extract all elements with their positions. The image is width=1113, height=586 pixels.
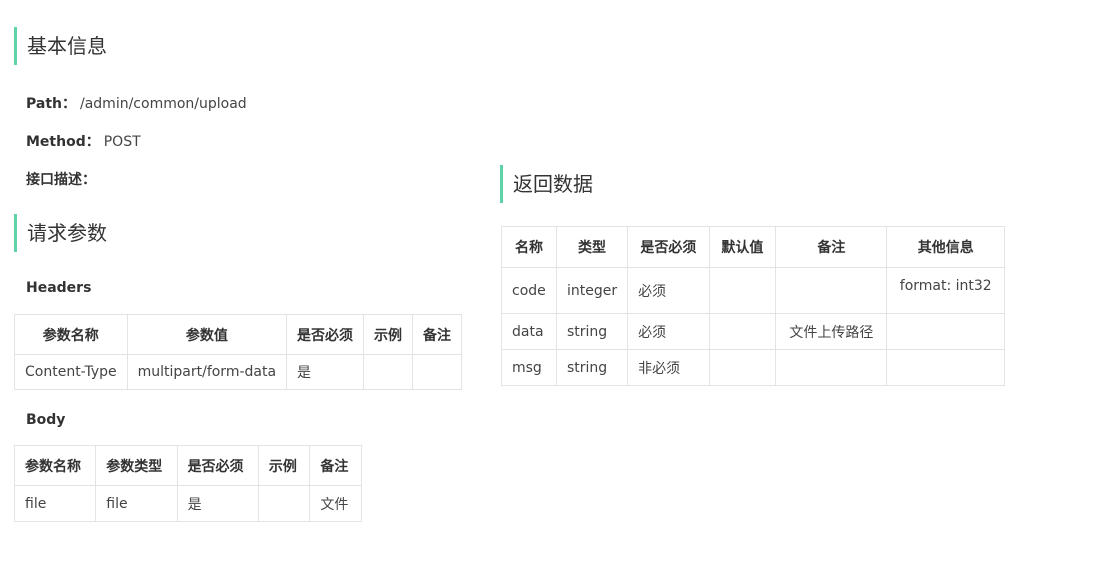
headers-label: Headers xyxy=(26,280,92,296)
table-header-row: 参数名称 参数类型 是否必须 示例 备注 xyxy=(13,445,362,486)
column-header: 是否必须 xyxy=(176,445,259,486)
table-cell xyxy=(886,349,1005,386)
table-cell: integer xyxy=(555,267,629,314)
path-value: /admin/common/upload xyxy=(80,96,247,112)
response-table: 名称 类型 是否必须 默认值 备注 其他信息 code integer 必须 f… xyxy=(501,226,1005,386)
column-header: 示例 xyxy=(257,445,311,486)
section-title-request: 请求参数 xyxy=(14,214,107,252)
column-header: 备注 xyxy=(412,314,463,355)
table-cell: format: int32 xyxy=(886,267,1005,314)
table-cell: 非必须 xyxy=(627,349,710,386)
table-cell: msg xyxy=(501,349,557,386)
table-cell xyxy=(257,485,311,522)
table-cell: multipart/form-data xyxy=(126,354,288,390)
table-cell: 文件上传路径 xyxy=(775,313,888,350)
column-header: 类型 xyxy=(555,226,629,268)
column-header: 参数名称 xyxy=(14,314,128,355)
table-cell: string xyxy=(555,349,629,386)
column-header: 是否必须 xyxy=(627,226,710,268)
body-label: Body xyxy=(26,412,66,428)
table-cell xyxy=(363,354,414,390)
table-cell xyxy=(775,349,888,386)
headers-table: 参数名称 参数值 是否必须 示例 备注 Content-Type multipa… xyxy=(14,314,463,390)
column-header: 备注 xyxy=(309,445,362,486)
method-label: Method： xyxy=(26,134,100,150)
table-cell: data xyxy=(501,313,557,350)
table-cell xyxy=(708,267,777,314)
table-row: Content-Type multipart/form-data 是 xyxy=(14,354,463,390)
table-cell xyxy=(886,313,1005,350)
table-cell: 必须 xyxy=(627,313,710,350)
table-header-row: 名称 类型 是否必须 默认值 备注 其他信息 xyxy=(501,226,1005,268)
table-row: file file 是 文件 xyxy=(13,485,362,522)
table-cell: 必须 xyxy=(627,267,710,314)
column-header: 参数类型 xyxy=(95,445,178,486)
table-cell: Content-Type xyxy=(14,354,128,390)
table-cell xyxy=(775,267,888,314)
description-label: 接口描述： xyxy=(26,172,96,188)
body-table: 参数名称 参数类型 是否必须 示例 备注 file file 是 文件 xyxy=(13,445,362,522)
table-cell: string xyxy=(555,313,629,350)
column-header: 其他信息 xyxy=(886,226,1005,268)
path-label: Path： xyxy=(26,96,76,112)
column-header: 备注 xyxy=(775,226,888,268)
description-row: 接口描述： xyxy=(26,169,96,189)
column-header: 是否必须 xyxy=(286,314,365,355)
table-header-row: 参数名称 参数值 是否必须 示例 备注 xyxy=(14,314,463,355)
method-row: Method： POST xyxy=(26,131,141,151)
table-cell: file xyxy=(95,485,178,522)
table-cell: 是 xyxy=(176,485,259,522)
method-value: POST xyxy=(103,134,141,150)
column-header: 默认值 xyxy=(708,226,777,268)
column-header: 示例 xyxy=(363,314,414,355)
table-cell: 是 xyxy=(286,354,365,390)
path-row: Path：/admin/common/upload xyxy=(26,93,247,113)
column-header: 名称 xyxy=(501,226,557,268)
table-cell: file xyxy=(13,485,97,522)
api-doc-page: { "basic": { "title": "基本信息", "path_labe… xyxy=(0,0,1113,586)
section-title-basic: 基本信息 xyxy=(14,27,107,65)
table-cell xyxy=(708,313,777,350)
table-row: data string 必须 文件上传路径 xyxy=(501,313,1005,350)
table-row: msg string 非必须 xyxy=(501,349,1005,386)
table-cell: 文件 xyxy=(309,485,362,522)
table-cell xyxy=(412,354,463,390)
column-header: 参数名称 xyxy=(13,445,97,486)
column-header: 参数值 xyxy=(126,314,288,355)
table-row: code integer 必须 format: int32 xyxy=(501,267,1005,314)
table-cell: code xyxy=(501,267,557,314)
section-title-response: 返回数据 xyxy=(500,165,593,203)
table-cell xyxy=(708,349,777,386)
